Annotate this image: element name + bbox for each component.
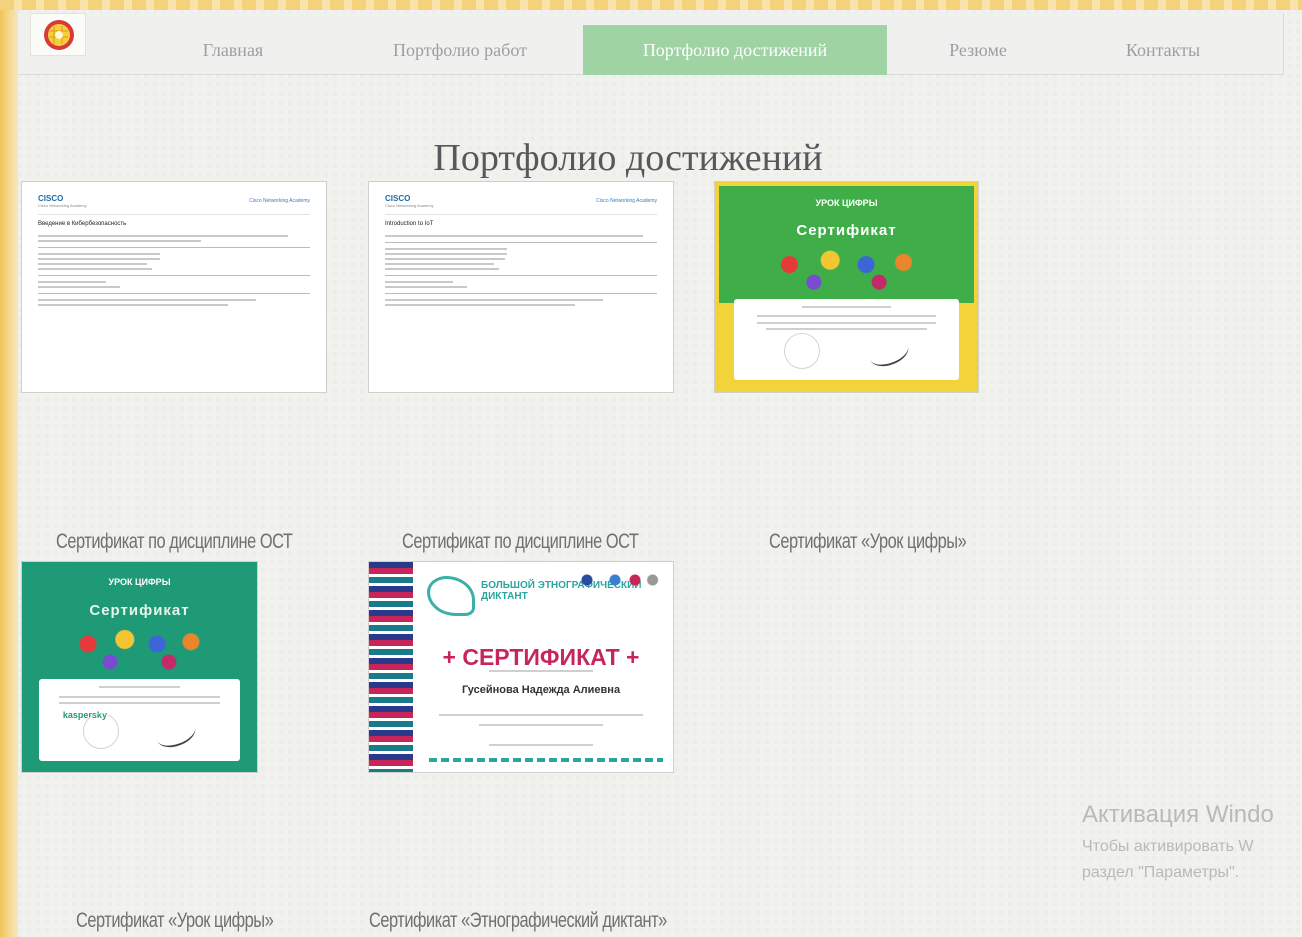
certificate-word: Сертификат (796, 222, 897, 240)
certificate-word: + СЕРТИФИКАТ + (442, 644, 640, 670)
nav-contacts[interactable]: Контакты (1103, 25, 1223, 75)
cisco-logo: CISCO Cisco Networking Academy (385, 194, 434, 208)
page-title: Портфолио достижений (433, 137, 823, 179)
cisco-academy-small: Cisco Networking Academy (38, 203, 87, 208)
certificate-caption-cybersecurity: Сертификат по дисциплине ОСТ (56, 530, 293, 553)
nav-resume[interactable]: Резюме (923, 25, 1033, 75)
signature-icon (866, 335, 913, 372)
cisco-logo: CISCO Cisco Networking Academy (38, 194, 87, 208)
certificate-caption-urok-tsifry: Сертификат «Урок цифры» (769, 530, 967, 553)
cisco-academy-label: Cisco Networking Academy (249, 198, 310, 204)
page-frame-left (0, 0, 18, 937)
kids-illustration (764, 246, 929, 292)
signature-icon (153, 716, 199, 753)
certificate-thumb-urok-tsifry[interactable]: УРОК ЦИФРЫ Сертификат (714, 181, 979, 393)
bird-logo-icon (427, 576, 475, 616)
stamp-icon (83, 713, 120, 750)
urok-tsifry-logo: УРОК ЦИФРЫ (815, 198, 878, 209)
certificate-word: Сертификат (89, 601, 190, 619)
windows-activation-line1: Чтобы активировать W (1082, 838, 1254, 855)
cisco-academy-small: Cisco Networking Academy (385, 203, 434, 208)
windows-activation-title: Активация Windo (1082, 801, 1274, 828)
recipient-name: Гусейнова Надежда Алиевна (461, 684, 621, 696)
certificate-caption-iot: Сертификат по дисциплине ОСТ (402, 530, 639, 553)
kids-illustration (66, 626, 213, 672)
certificate-thumb-cybersecurity[interactable]: CISCO Cisco Networking Academy Cisco Netw… (21, 181, 327, 393)
site-logo[interactable] (30, 13, 86, 56)
nav-home[interactable]: Главная (170, 25, 296, 75)
ornament-footer (429, 758, 663, 762)
main-navbar: Главная Портфолио работ Портфолио достиж… (18, 13, 1284, 75)
cisco-logo-text: CISCO (385, 194, 411, 203)
certificate-thumb-iot[interactable]: CISCO Cisco Networking Academy Cisco Netw… (368, 181, 674, 393)
certificate-thumb-urok-tsifry-kaspersky[interactable]: УРОК ЦИФРЫ Сертификат kaspersky (21, 561, 258, 773)
windows-activation-line2: раздел "Параметры". (1082, 864, 1240, 881)
page-frame-top (0, 0, 1302, 10)
cisco-academy-label: Cisco Networking Academy (596, 198, 657, 204)
sun-flower-icon (44, 20, 74, 50)
nav-portfolio-works[interactable]: Портфолио работ (370, 25, 550, 75)
ornament-border (369, 562, 413, 772)
certificate-thumb-ethnographic-dictation[interactable]: БОЛЬШОЙ ЭТНОГРАФИЧЕСКИЙ ДИКТАНТ + СЕРТИФ… (368, 561, 674, 773)
partner-logos (579, 574, 659, 586)
page: Главная Портфолио работ Портфолио достиж… (18, 10, 1302, 937)
urok-tsifry-logo: УРОК ЦИФРЫ (108, 577, 171, 588)
cisco-logo-text: CISCO (38, 194, 64, 203)
certificate-caption-ethnographic-dictation: Сертификат «Этнографический диктант» (369, 909, 667, 932)
certificate-caption-urok-tsifry-kaspersky: Сертификат «Урок цифры» (76, 909, 274, 932)
nav-portfolio-achievements[interactable]: Портфолио достижений (583, 25, 887, 75)
stamp-icon (783, 332, 820, 369)
certificate-doc-title: Введение в Кибербезопасность (38, 221, 127, 227)
certificate-doc-title: Introduction to IoT (385, 221, 434, 227)
